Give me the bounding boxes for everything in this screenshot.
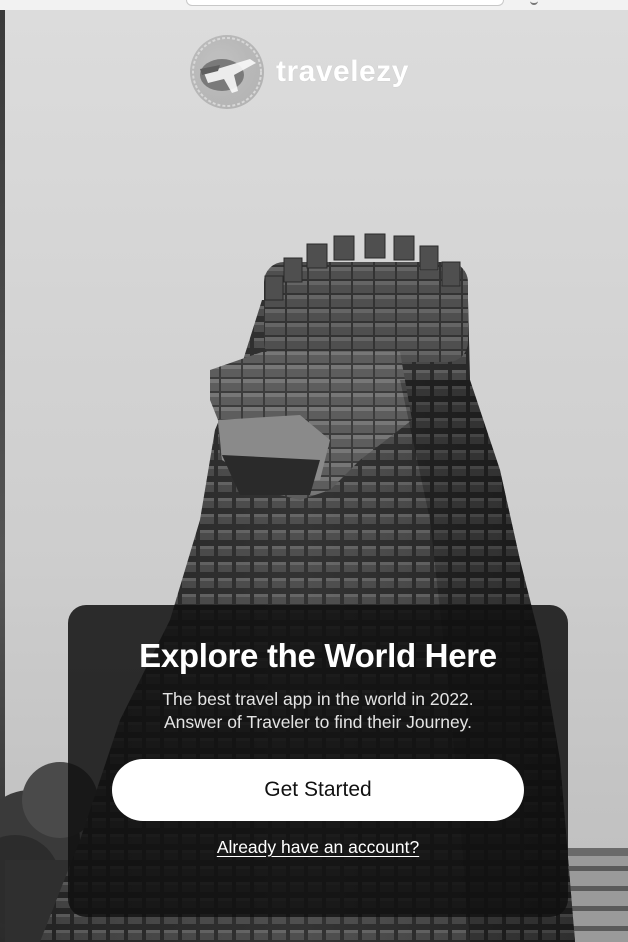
get-started-button[interactable]: Get Started [112,759,524,821]
card-subtitle: The best travel app in the world in 2022… [68,688,568,734]
globe-plane-icon [190,35,264,109]
onboarding-screen: travelezy Explore the World Here The bes… [0,0,628,942]
card-subtitle-line-1: The best travel app in the world in 2022… [162,689,474,709]
brand-logo: travelezy [190,34,409,110]
login-link[interactable]: Already have an account? [68,837,568,858]
brand-name: travelezy [276,55,409,88]
card-title: Explore the World Here [139,637,497,674]
onboarding-card: Explore the World Here The best travel a… [68,605,568,917]
card-subtitle-line-2: Answer of Traveler to find their Journey… [163,712,472,732]
